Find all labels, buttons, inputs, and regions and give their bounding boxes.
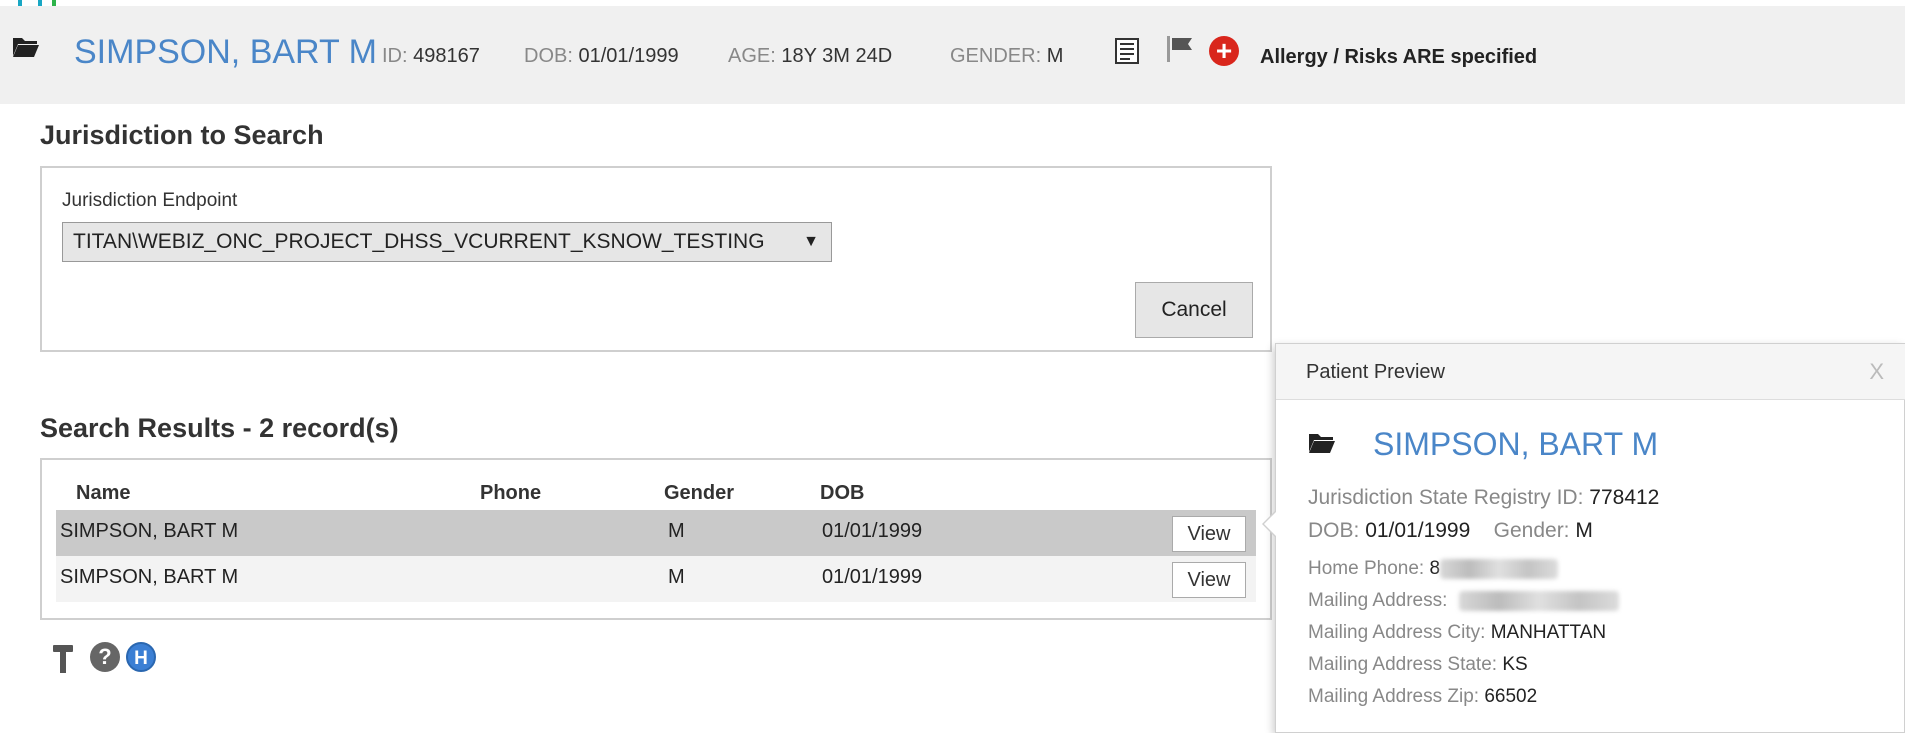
- preview-title: Patient Preview: [1306, 361, 1445, 383]
- folder-open-icon: [1309, 434, 1335, 453]
- patient-dob: DOB: 01/01/1999: [524, 45, 679, 67]
- row-name: SIMPSON, BART M: [60, 566, 239, 588]
- plus-circle-icon[interactable]: +: [1209, 36, 1239, 66]
- cancel-button[interactable]: Cancel: [1135, 282, 1253, 338]
- jurisdiction-endpoint-value: TITAN\WEBIZ_ONC_PROJECT_DHSS_VCURRENT_KS…: [73, 230, 765, 253]
- preview-mailing-address: Mailing Address:: [1308, 590, 1619, 612]
- row-dob: 01/01/1999: [822, 566, 923, 588]
- preview-state: Mailing Address State: KS: [1308, 654, 1528, 675]
- close-icon[interactable]: X: [1869, 359, 1884, 385]
- patient-header: SIMPSON, BART M ID: 498167 DOB: 01/01/19…: [0, 6, 1905, 104]
- jurisdiction-section-title: Jurisdiction to Search: [40, 120, 324, 150]
- allergy-status: Allergy / Risks ARE specified: [1260, 46, 1538, 68]
- redacted-address: [1458, 590, 1619, 611]
- column-header-dob: DOB: [820, 482, 865, 504]
- hammer-icon[interactable]: [52, 644, 74, 674]
- table-row[interactable]: SIMPSON, BART M M 01/01/1999 View: [56, 556, 1256, 602]
- chevron-down-icon: ▼: [803, 233, 819, 250]
- flag-icon[interactable]: [1166, 36, 1196, 62]
- preview-zip: Mailing Address Zip: 66502: [1308, 686, 1538, 707]
- column-header-gender: Gender: [664, 482, 735, 504]
- column-header-name: Name: [76, 482, 131, 504]
- preview-patient-name[interactable]: SIMPSON, BART M: [1373, 426, 1658, 463]
- help-icon[interactable]: ?: [90, 642, 120, 672]
- redacted-phone: [1440, 558, 1559, 579]
- document-icon[interactable]: [1115, 38, 1139, 64]
- patient-id: ID: 498167: [382, 45, 480, 67]
- preview-header: Patient Preview X: [1276, 344, 1905, 400]
- results-table: Name Phone Gender DOB SIMPSON, BART M M …: [40, 458, 1272, 620]
- row-gender: M: [668, 566, 685, 588]
- view-button[interactable]: View: [1172, 516, 1246, 552]
- popup-arrow-inner: [1264, 511, 1277, 537]
- view-button[interactable]: View: [1172, 562, 1246, 598]
- preview-dob-gender: DOB: 01/01/1999 Gender: M: [1308, 519, 1593, 542]
- results-section-title: Search Results - 2 record(s): [40, 413, 399, 443]
- jurisdiction-endpoint-select[interactable]: TITAN\WEBIZ_ONC_PROJECT_DHSS_VCURRENT_KS…: [62, 222, 832, 262]
- column-header-phone: Phone: [480, 482, 542, 504]
- folder-open-icon: [13, 38, 39, 57]
- preview-registry-id: Jurisdiction State Registry ID: 778412: [1308, 486, 1660, 509]
- patient-gender: GENDER: M: [950, 45, 1064, 67]
- preview-home-phone: Home Phone: 8: [1308, 558, 1559, 580]
- h-icon[interactable]: H: [126, 642, 156, 672]
- row-gender: M: [668, 520, 685, 542]
- patient-preview-popup: Patient Preview X SIMPSON, BART M Jurisd…: [1262, 343, 1905, 733]
- row-name: SIMPSON, BART M: [60, 520, 239, 542]
- jurisdiction-panel: Jurisdiction Endpoint TITAN\WEBIZ_ONC_PR…: [40, 166, 1272, 352]
- patient-age: AGE: 18Y 3M 24D: [728, 45, 893, 67]
- preview-city: Mailing Address City: MANHATTAN: [1308, 622, 1607, 643]
- patient-name-link[interactable]: SIMPSON, BART M: [74, 33, 377, 72]
- jurisdiction-endpoint-label: Jurisdiction Endpoint: [62, 190, 238, 211]
- table-row[interactable]: SIMPSON, BART M M 01/01/1999 View: [56, 510, 1256, 556]
- row-dob: 01/01/1999: [822, 520, 923, 542]
